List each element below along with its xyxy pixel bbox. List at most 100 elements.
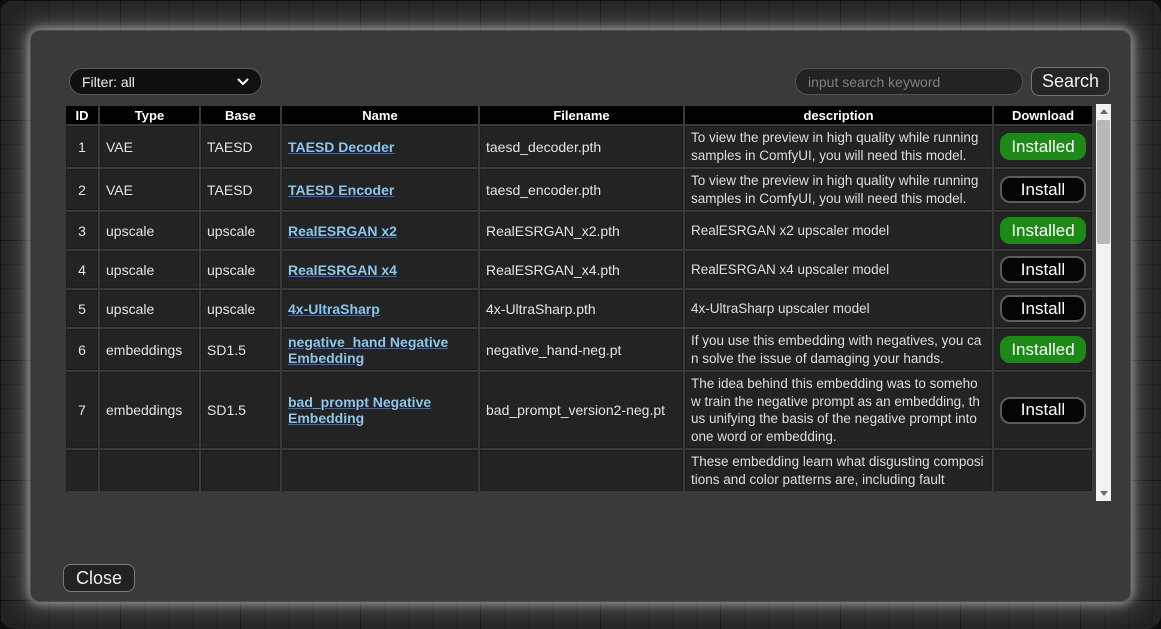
model-name-link[interactable]: negative_hand Negative Embedding bbox=[288, 334, 448, 366]
model-name-link[interactable]: TAESD Decoder bbox=[288, 139, 394, 155]
table-row: 6 embeddings SD1.5 negative_hand Negativ… bbox=[66, 329, 1092, 370]
cell-description: 4x-UltraSharp upscaler model bbox=[685, 290, 992, 327]
install-button[interactable]: Installed bbox=[1000, 336, 1086, 363]
install-button[interactable]: Installed bbox=[1000, 217, 1086, 244]
install-button[interactable]: Installed bbox=[1000, 133, 1086, 160]
cell-filename: 4x-UltraSharp.pth bbox=[480, 290, 683, 327]
scroll-down-arrow-icon[interactable] bbox=[1096, 486, 1111, 501]
column-header-name: Name bbox=[282, 106, 478, 124]
cell-type: upscale bbox=[100, 251, 199, 288]
table-scrollbar[interactable] bbox=[1096, 104, 1111, 501]
cell-base: SD1.5 bbox=[201, 372, 280, 448]
cell-download: Install bbox=[994, 251, 1092, 288]
cell-download: Install bbox=[994, 169, 1092, 210]
cell-base: upscale bbox=[201, 290, 280, 327]
table-row: 5 upscale upscale 4x-UltraSharp 4x-Ultra… bbox=[66, 290, 1092, 327]
install-button[interactable]: Install bbox=[1000, 397, 1086, 424]
cell-base: TAESD bbox=[201, 126, 280, 167]
table-row: 3 upscale upscale RealESRGAN x2 RealESRG… bbox=[66, 212, 1092, 249]
close-button[interactable]: Close bbox=[63, 564, 135, 592]
model-name-link[interactable]: RealESRGAN x2 bbox=[288, 223, 397, 239]
cell-id: 7 bbox=[66, 372, 98, 448]
cell-description: To view the preview in high quality whil… bbox=[685, 126, 992, 167]
cell-filename bbox=[480, 450, 683, 491]
cell-base: upscale bbox=[201, 251, 280, 288]
cell-base: SD1.5 bbox=[201, 329, 280, 370]
chevron-down-icon bbox=[237, 78, 249, 86]
column-header-id: ID bbox=[66, 106, 98, 124]
models-table-container: IDTypeBaseNameFilenamedescriptionDownloa… bbox=[64, 104, 1111, 501]
cell-filename: RealESRGAN_x4.pth bbox=[480, 251, 683, 288]
table-row: 2 VAE TAESD TAESD Encoder taesd_encoder.… bbox=[66, 169, 1092, 210]
search-input[interactable] bbox=[795, 68, 1023, 95]
column-header-download: Download bbox=[994, 106, 1092, 124]
model-name-link[interactable]: TAESD Encoder bbox=[288, 182, 394, 198]
scroll-up-arrow-icon[interactable] bbox=[1096, 104, 1111, 119]
model-name-link[interactable]: RealESRGAN x4 bbox=[288, 262, 397, 278]
cell-name: RealESRGAN x4 bbox=[282, 251, 478, 288]
cell-type: upscale bbox=[100, 290, 199, 327]
install-button[interactable]: Install bbox=[1000, 176, 1086, 203]
column-header-type: Type bbox=[100, 106, 199, 124]
cell-name: RealESRGAN x2 bbox=[282, 212, 478, 249]
cell-filename: bad_prompt_version2-neg.pt bbox=[480, 372, 683, 448]
cell-type: embeddings bbox=[100, 372, 199, 448]
cell-type: upscale bbox=[100, 212, 199, 249]
cell-description: To view the preview in high quality whil… bbox=[685, 169, 992, 210]
graph-grid-canvas: Filter: all Search IDTypeBaseNameFilenam… bbox=[0, 0, 1161, 629]
cell-id: 2 bbox=[66, 169, 98, 210]
cell-filename: RealESRGAN_x2.pth bbox=[480, 212, 683, 249]
cell-description: RealESRGAN x4 upscaler model bbox=[685, 251, 992, 288]
cell-description: These embedding learn what disgusting co… bbox=[685, 450, 992, 491]
model-name-link[interactable]: 4x-UltraSharp bbox=[288, 301, 380, 317]
column-header-description: description bbox=[685, 106, 992, 124]
filter-select[interactable]: Filter: all bbox=[69, 68, 262, 95]
install-button[interactable]: Install bbox=[1000, 295, 1086, 322]
column-header-filename: Filename bbox=[480, 106, 683, 124]
cell-download: Install bbox=[994, 372, 1092, 448]
table-row: 7 embeddings SD1.5 bad_prompt Negative E… bbox=[66, 372, 1092, 448]
install-models-dialog: Filter: all Search IDTypeBaseNameFilenam… bbox=[30, 30, 1131, 602]
cell-type bbox=[100, 450, 199, 491]
cell-id: 1 bbox=[66, 126, 98, 167]
cell-base bbox=[201, 450, 280, 491]
cell-description: The idea behind this embedding was to so… bbox=[685, 372, 992, 448]
scrollbar-thumb[interactable] bbox=[1097, 120, 1110, 244]
cell-description: RealESRGAN x2 upscaler model bbox=[685, 212, 992, 249]
cell-name: TAESD Encoder bbox=[282, 169, 478, 210]
cell-type: VAE bbox=[100, 169, 199, 210]
cell-filename: taesd_encoder.pth bbox=[480, 169, 683, 210]
column-header-base: Base bbox=[201, 106, 280, 124]
cell-download: Installed bbox=[994, 126, 1092, 167]
cell-name: bad_prompt Negative Embedding bbox=[282, 372, 478, 448]
cell-filename: negative_hand-neg.pt bbox=[480, 329, 683, 370]
cell-id: 4 bbox=[66, 251, 98, 288]
filter-select-value: Filter: all bbox=[82, 74, 135, 90]
cell-id: 5 bbox=[66, 290, 98, 327]
search-button[interactable]: Search bbox=[1031, 67, 1110, 96]
cell-base: TAESD bbox=[201, 169, 280, 210]
cell-base: upscale bbox=[201, 212, 280, 249]
models-table: IDTypeBaseNameFilenamedescriptionDownloa… bbox=[64, 104, 1094, 493]
cell-download: Installed bbox=[994, 212, 1092, 249]
cell-download: Installed bbox=[994, 329, 1092, 370]
cell-name: TAESD Decoder bbox=[282, 126, 478, 167]
cell-download bbox=[994, 450, 1092, 491]
cell-name: 4x-UltraSharp bbox=[282, 290, 478, 327]
cell-description: If you use this embedding with negatives… bbox=[685, 329, 992, 370]
cell-id: 3 bbox=[66, 212, 98, 249]
table-row: These embedding learn what disgusting co… bbox=[66, 450, 1092, 491]
table-row: 1 VAE TAESD TAESD Decoder taesd_decoder.… bbox=[66, 126, 1092, 167]
cell-id: 6 bbox=[66, 329, 98, 370]
cell-id bbox=[66, 450, 98, 491]
cell-type: VAE bbox=[100, 126, 199, 167]
cell-name: negative_hand Negative Embedding bbox=[282, 329, 478, 370]
table-row: 4 upscale upscale RealESRGAN x4 RealESRG… bbox=[66, 251, 1092, 288]
install-button[interactable]: Install bbox=[1000, 256, 1086, 283]
model-name-link[interactable]: bad_prompt Negative Embedding bbox=[288, 394, 431, 426]
cell-filename: taesd_decoder.pth bbox=[480, 126, 683, 167]
cell-type: embeddings bbox=[100, 329, 199, 370]
cell-download: Install bbox=[994, 290, 1092, 327]
table-header-row: IDTypeBaseNameFilenamedescriptionDownloa… bbox=[66, 106, 1092, 124]
cell-name bbox=[282, 450, 478, 491]
